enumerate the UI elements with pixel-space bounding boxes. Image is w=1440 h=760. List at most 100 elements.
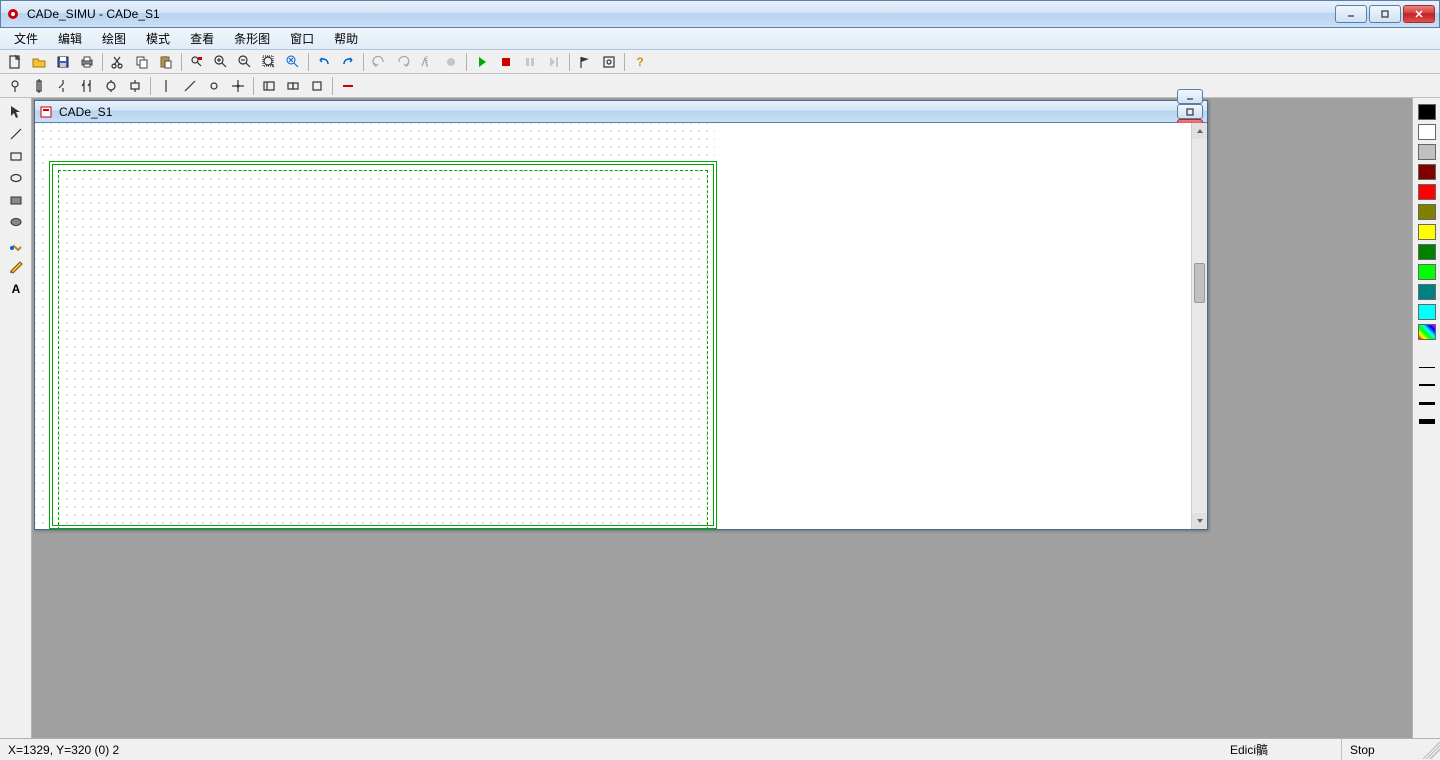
separator [332, 77, 333, 95]
menu-help[interactable]: 帮助 [326, 28, 366, 49]
find-icon[interactable] [186, 52, 208, 72]
undo-icon[interactable] [313, 52, 335, 72]
menu-edit[interactable]: 编辑 [50, 28, 90, 49]
record-icon [440, 52, 462, 72]
main-toolbar: ? [0, 50, 1440, 74]
color-swatch-darkred[interactable] [1418, 164, 1436, 180]
save-icon[interactable] [52, 52, 74, 72]
lineweight-2[interactable] [1418, 378, 1436, 392]
zoom-out-icon[interactable] [234, 52, 256, 72]
separator [308, 53, 309, 71]
ellipse-tool-icon[interactable] [4, 168, 28, 188]
close-button[interactable] [1403, 5, 1435, 23]
status-coords: X=1329, Y=320 (0) 2 [0, 739, 200, 760]
block3-icon[interactable] [306, 76, 328, 96]
open-icon[interactable] [28, 52, 50, 72]
separator [624, 53, 625, 71]
doc-minimize-button[interactable] [1177, 89, 1203, 104]
zoom-in-icon[interactable] [210, 52, 232, 72]
menu-draw[interactable]: 绘图 [94, 28, 134, 49]
menu-bar: 文件 编辑 绘图 模式 查看 条形图 窗口 帮助 [0, 28, 1440, 50]
junction-icon[interactable] [227, 76, 249, 96]
coil-icon[interactable] [100, 76, 122, 96]
fuse-icon[interactable] [28, 76, 50, 96]
line-red-icon[interactable] [337, 76, 359, 96]
workspace: A CADe_S1 [0, 98, 1440, 738]
rect-tool-icon[interactable] [4, 146, 28, 166]
block1-icon[interactable] [258, 76, 280, 96]
status-sim: Stop [1342, 739, 1422, 760]
vertical-scrollbar[interactable] [1191, 123, 1207, 529]
color-swatch-cyan[interactable] [1418, 304, 1436, 320]
zoom-region-icon[interactable] [282, 52, 304, 72]
maximize-button[interactable] [1369, 5, 1401, 23]
help-icon[interactable]: ? [629, 52, 651, 72]
new-icon[interactable] [4, 52, 26, 72]
contact-no-icon[interactable] [52, 76, 74, 96]
filled-rect-tool-icon[interactable] [4, 190, 28, 210]
color-swatch-black[interactable] [1418, 104, 1436, 120]
drawing-canvas[interactable] [35, 123, 1191, 529]
flag-icon[interactable] [574, 52, 596, 72]
document-titlebar: CADe_S1 [35, 101, 1207, 123]
color-swatch-darkgreen[interactable] [1418, 244, 1436, 260]
color-swatch-rainbow[interactable] [1418, 324, 1436, 340]
lamp-icon[interactable] [4, 76, 26, 96]
color-swatch-white[interactable] [1418, 124, 1436, 140]
select-tool-icon[interactable] [4, 102, 28, 122]
app-icon [5, 6, 21, 22]
settings-icon[interactable] [598, 52, 620, 72]
copy-icon[interactable] [131, 52, 153, 72]
menu-window[interactable]: 窗口 [282, 28, 322, 49]
paste-icon[interactable] [155, 52, 177, 72]
play-icon[interactable] [471, 52, 493, 72]
pencil-tool-icon[interactable] [4, 256, 28, 276]
rotate-right-icon [392, 52, 414, 72]
component-toolbar [0, 74, 1440, 98]
cut-icon[interactable] [107, 52, 129, 72]
resize-grip[interactable] [1422, 741, 1440, 759]
document-title: CADe_S1 [59, 105, 1177, 119]
scroll-thumb[interactable] [1194, 263, 1205, 303]
wire-diag-icon[interactable] [179, 76, 201, 96]
block2-icon[interactable] [282, 76, 304, 96]
separator [466, 53, 467, 71]
menu-file[interactable]: 文件 [6, 28, 46, 49]
separator [253, 77, 254, 95]
main-titlebar: CADe_SIMU - CADe_S1 [0, 0, 1440, 28]
lineweight-1[interactable] [1418, 360, 1436, 374]
mdi-area: CADe_S1 [32, 98, 1412, 738]
node-icon[interactable] [203, 76, 225, 96]
menu-mode[interactable]: 模式 [138, 28, 178, 49]
redo-icon[interactable] [337, 52, 359, 72]
text-tool-icon[interactable]: A [4, 278, 28, 298]
scroll-down-icon[interactable] [1192, 513, 1207, 529]
wire-icon[interactable] [155, 76, 177, 96]
print-icon[interactable] [76, 52, 98, 72]
color-swatch-yellow[interactable] [1418, 224, 1436, 240]
lineweight-4[interactable] [1418, 414, 1436, 428]
minimize-button[interactable] [1335, 5, 1367, 23]
document-icon [39, 105, 53, 119]
doc-maximize-button[interactable] [1177, 104, 1203, 119]
stop-icon[interactable] [495, 52, 517, 72]
color-swatch-gray[interactable] [1418, 144, 1436, 160]
status-bar: X=1329, Y=320 (0) 2 Edici髇 Stop [0, 738, 1440, 760]
menu-view[interactable]: 查看 [182, 28, 222, 49]
scroll-up-icon[interactable] [1192, 123, 1207, 139]
color-swatch-olive[interactable] [1418, 204, 1436, 220]
color-swatch-red[interactable] [1418, 184, 1436, 200]
color-swatch-green[interactable] [1418, 264, 1436, 280]
menu-barchart[interactable]: 条形图 [226, 28, 278, 49]
contact-nc-icon[interactable] [76, 76, 98, 96]
zoom-fit-icon[interactable] [258, 52, 280, 72]
separator [150, 77, 151, 95]
motor-icon[interactable] [124, 76, 146, 96]
filled-ellipse-tool-icon[interactable] [4, 212, 28, 232]
drawing-tools: A [0, 98, 32, 738]
lineweight-3[interactable] [1418, 396, 1436, 410]
separator [569, 53, 570, 71]
color-swatch-teal[interactable] [1418, 284, 1436, 300]
line-tool-icon[interactable] [4, 124, 28, 144]
brush-tool-icon[interactable] [4, 234, 28, 254]
